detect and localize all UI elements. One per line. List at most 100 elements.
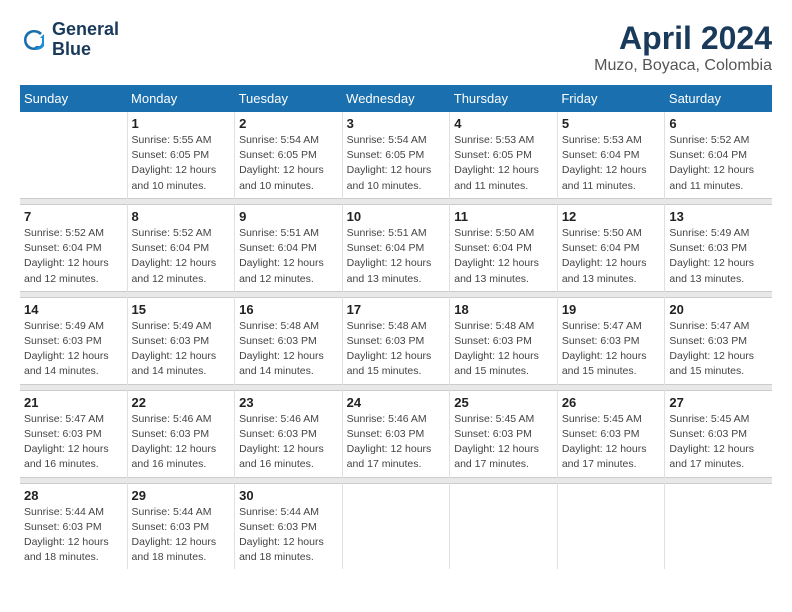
calendar-cell: 5 Sunrise: 5:53 AM Sunset: 6:04 PM Daylig… <box>557 112 665 198</box>
day-number: 27 <box>669 395 768 410</box>
calendar-cell: 3 Sunrise: 5:54 AM Sunset: 6:05 PM Daylig… <box>342 112 450 198</box>
day-info: Sunrise: 5:47 AM Sunset: 6:03 PM Dayligh… <box>669 319 768 380</box>
calendar-cell <box>557 483 665 569</box>
calendar-cell: 11 Sunrise: 5:50 AM Sunset: 6:04 PM Dayli… <box>450 204 558 291</box>
logo: General Blue <box>20 20 119 60</box>
day-number: 15 <box>132 302 231 317</box>
day-info: Sunrise: 5:46 AM Sunset: 6:03 PM Dayligh… <box>132 412 231 473</box>
calendar-cell: 16 Sunrise: 5:48 AM Sunset: 6:03 PM Dayli… <box>235 297 343 384</box>
day-info: Sunrise: 5:47 AM Sunset: 6:03 PM Dayligh… <box>562 319 661 380</box>
calendar-cell: 25 Sunrise: 5:45 AM Sunset: 6:03 PM Dayli… <box>450 390 558 477</box>
calendar-cell: 1 Sunrise: 5:55 AM Sunset: 6:05 PM Daylig… <box>127 112 235 198</box>
week-row-3: 14 Sunrise: 5:49 AM Sunset: 6:03 PM Dayli… <box>20 297 772 384</box>
day-number: 7 <box>24 209 123 224</box>
day-info: Sunrise: 5:52 AM Sunset: 6:04 PM Dayligh… <box>669 133 768 194</box>
calendar-cell: 6 Sunrise: 5:52 AM Sunset: 6:04 PM Daylig… <box>665 112 772 198</box>
day-info: Sunrise: 5:48 AM Sunset: 6:03 PM Dayligh… <box>347 319 446 380</box>
day-info: Sunrise: 5:52 AM Sunset: 6:04 PM Dayligh… <box>24 226 123 287</box>
day-info: Sunrise: 5:44 AM Sunset: 6:03 PM Dayligh… <box>132 505 231 566</box>
col-header-monday: Monday <box>127 85 235 112</box>
day-info: Sunrise: 5:44 AM Sunset: 6:03 PM Dayligh… <box>24 505 123 566</box>
day-number: 9 <box>239 209 338 224</box>
day-info: Sunrise: 5:51 AM Sunset: 6:04 PM Dayligh… <box>347 226 446 287</box>
day-number: 24 <box>347 395 446 410</box>
calendar-cell <box>342 483 450 569</box>
day-number: 12 <box>562 209 661 224</box>
col-header-friday: Friday <box>557 85 665 112</box>
day-info: Sunrise: 5:48 AM Sunset: 6:03 PM Dayligh… <box>454 319 553 380</box>
day-info: Sunrise: 5:51 AM Sunset: 6:04 PM Dayligh… <box>239 226 338 287</box>
day-number: 6 <box>669 116 768 131</box>
day-info: Sunrise: 5:49 AM Sunset: 6:03 PM Dayligh… <box>669 226 768 287</box>
calendar-cell: 20 Sunrise: 5:47 AM Sunset: 6:03 PM Dayli… <box>665 297 772 384</box>
day-info: Sunrise: 5:55 AM Sunset: 6:05 PM Dayligh… <box>132 133 231 194</box>
day-number: 2 <box>239 116 338 131</box>
calendar-cell: 29Sunrise: 5:44 AM Sunset: 6:03 PM Dayli… <box>127 483 235 569</box>
day-number: 4 <box>454 116 553 131</box>
day-info: Sunrise: 5:47 AM Sunset: 6:03 PM Dayligh… <box>24 412 123 473</box>
calendar-cell: 18 Sunrise: 5:48 AM Sunset: 6:03 PM Dayli… <box>450 297 558 384</box>
day-number: 26 <box>562 395 661 410</box>
calendar-cell: 26Sunrise: 5:45 AM Sunset: 6:03 PM Dayli… <box>557 390 665 477</box>
day-number: 19 <box>562 302 661 317</box>
logo-icon <box>20 26 48 54</box>
day-number: 21 <box>24 395 123 410</box>
week-row-2: 7 Sunrise: 5:52 AM Sunset: 6:04 PM Daylig… <box>20 204 772 291</box>
calendar-cell: 17 Sunrise: 5:48 AM Sunset: 6:03 PM Dayli… <box>342 297 450 384</box>
day-number: 23 <box>239 395 338 410</box>
day-number: 17 <box>347 302 446 317</box>
day-info: Sunrise: 5:46 AM Sunset: 6:03 PM Dayligh… <box>347 412 446 473</box>
calendar-cell: 22 Sunrise: 5:46 AM Sunset: 6:03 PM Dayli… <box>127 390 235 477</box>
day-info: Sunrise: 5:45 AM Sunset: 6:03 PM Dayligh… <box>454 412 553 473</box>
calendar-cell: 24 Sunrise: 5:46 AM Sunset: 6:03 PM Dayli… <box>342 390 450 477</box>
day-number: 20 <box>669 302 768 317</box>
page-title: April 2024 <box>594 20 772 57</box>
col-header-thursday: Thursday <box>450 85 558 112</box>
day-number: 30 <box>239 488 338 503</box>
day-info: Sunrise: 5:53 AM Sunset: 6:04 PM Dayligh… <box>562 133 661 194</box>
calendar-cell: 13 Sunrise: 5:49 AM Sunset: 6:03 PM Dayli… <box>665 204 772 291</box>
day-number: 10 <box>347 209 446 224</box>
calendar-cell: 14Sunrise: 5:49 AM Sunset: 6:03 PM Dayli… <box>20 297 127 384</box>
day-info: Sunrise: 5:48 AM Sunset: 6:03 PM Dayligh… <box>239 319 338 380</box>
day-number: 16 <box>239 302 338 317</box>
day-number: 22 <box>132 395 231 410</box>
day-number: 1 <box>132 116 231 131</box>
day-number: 14 <box>24 302 123 317</box>
calendar-cell: 9 Sunrise: 5:51 AM Sunset: 6:04 PM Daylig… <box>235 204 343 291</box>
day-info: Sunrise: 5:50 AM Sunset: 6:04 PM Dayligh… <box>454 226 553 287</box>
day-info: Sunrise: 5:54 AM Sunset: 6:05 PM Dayligh… <box>347 133 446 194</box>
calendar-cell: 10 Sunrise: 5:51 AM Sunset: 6:04 PM Dayli… <box>342 204 450 291</box>
day-number: 5 <box>562 116 661 131</box>
calendar-cell: 8 Sunrise: 5:52 AM Sunset: 6:04 PM Daylig… <box>127 204 235 291</box>
calendar-cell: 27 Sunrise: 5:45 AM Sunset: 6:03 PM Dayli… <box>665 390 772 477</box>
calendar-cell: 28 Sunrise: 5:44 AM Sunset: 6:03 PM Dayli… <box>20 483 127 569</box>
day-number: 8 <box>132 209 231 224</box>
day-number: 25 <box>454 395 553 410</box>
day-number: 18 <box>454 302 553 317</box>
page-subtitle: Muzo, Boyaca, Colombia <box>594 57 772 75</box>
day-number: 28 <box>24 488 123 503</box>
day-info: Sunrise: 5:52 AM Sunset: 6:04 PM Dayligh… <box>132 226 231 287</box>
week-row-4: 21 Sunrise: 5:47 AM Sunset: 6:03 PM Dayli… <box>20 390 772 477</box>
day-number: 13 <box>669 209 768 224</box>
calendar-cell <box>450 483 558 569</box>
day-info: Sunrise: 5:45 AM Sunset: 6:03 PM Dayligh… <box>669 412 768 473</box>
calendar-cell: 15 Sunrise: 5:49 AM Sunset: 6:03 PM Dayli… <box>127 297 235 384</box>
day-info: Sunrise: 5:49 AM Sunset: 6:03 PM Dayligh… <box>132 319 231 380</box>
col-header-sunday: Sunday <box>20 85 127 112</box>
day-info: Sunrise: 5:50 AM Sunset: 6:04 PM Dayligh… <box>562 226 661 287</box>
calendar-cell: 4 Sunrise: 5:53 AM Sunset: 6:05 PM Daylig… <box>450 112 558 198</box>
calendar-cell: 12 Sunrise: 5:50 AM Sunset: 6:04 PM Dayli… <box>557 204 665 291</box>
calendar-cell: 21 Sunrise: 5:47 AM Sunset: 6:03 PM Dayli… <box>20 390 127 477</box>
col-header-tuesday: Tuesday <box>235 85 343 112</box>
day-info: Sunrise: 5:44 AM Sunset: 6:03 PM Dayligh… <box>239 505 338 566</box>
day-info: Sunrise: 5:53 AM Sunset: 6:05 PM Dayligh… <box>454 133 553 194</box>
col-header-saturday: Saturday <box>665 85 772 112</box>
day-info: Sunrise: 5:46 AM Sunset: 6:03 PM Dayligh… <box>239 412 338 473</box>
day-number: 3 <box>347 116 446 131</box>
day-number: 11 <box>454 209 553 224</box>
col-header-wednesday: Wednesday <box>342 85 450 112</box>
calendar-cell: 19 Sunrise: 5:47 AM Sunset: 6:03 PM Dayli… <box>557 297 665 384</box>
calendar-cell: 23 Sunrise: 5:46 AM Sunset: 6:03 PM Dayli… <box>235 390 343 477</box>
